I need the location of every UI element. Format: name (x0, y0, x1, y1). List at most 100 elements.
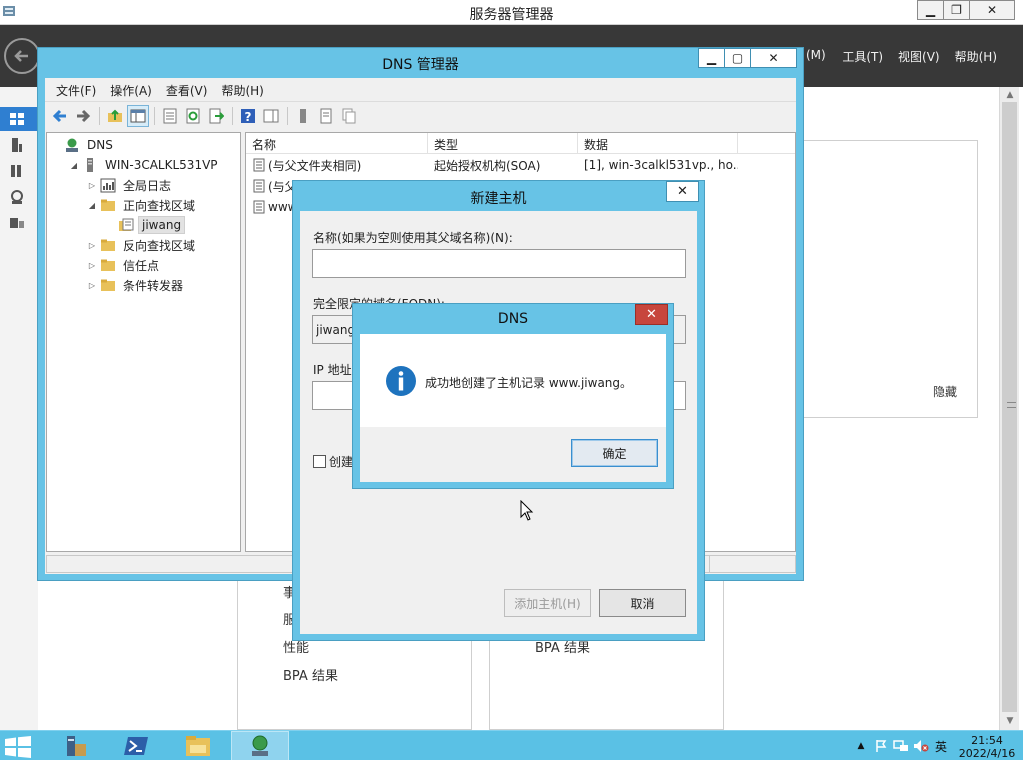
close-button[interactable]: ✕ (666, 181, 699, 202)
tree-item[interactable]: ◢ 正向查找区域 (86, 195, 198, 215)
network-icon[interactable] (891, 737, 911, 755)
export-list-button[interactable] (205, 105, 227, 127)
tree-item-label: 反向查找区域 (123, 238, 196, 253)
minimize-button[interactable]: ▁ (917, 0, 944, 20)
console-tree[interactable]: DNS ◢ WIN-3CALKL531VP ▷ 全局日志 ◢ 正向查找区域 jiwang ▷ 反向… (46, 132, 241, 552)
scrollbar-thumb[interactable] (1002, 102, 1017, 712)
show-hide-console-tree-button[interactable] (127, 104, 149, 127)
action-pane-button[interactable] (260, 105, 282, 127)
grip-icon (1007, 402, 1016, 408)
column-header-type[interactable]: 类型 (428, 133, 578, 154)
manage-menu[interactable]: (M) (806, 48, 826, 62)
checkbox-box[interactable] (313, 455, 326, 468)
help-icon: ? (241, 108, 255, 124)
name-input[interactable] (312, 249, 686, 278)
taskbar-dns-manager[interactable] (231, 731, 289, 760)
taskbar-powershell[interactable] (107, 731, 165, 760)
tree-item[interactable]: ▷ 全局日志 (86, 175, 174, 195)
tree-expander-icon[interactable]: ▷ (86, 261, 98, 270)
create-ptr-checkbox[interactable]: 创建 (313, 453, 353, 470)
scroll-up-icon[interactable]: ▲ (1004, 89, 1016, 101)
tree-item[interactable]: ◢ WIN-3CALKL531VP (68, 155, 221, 175)
sidebar-item-all-servers[interactable] (0, 159, 38, 183)
tree-item[interactable]: jiwang (104, 215, 186, 235)
properties-list-button[interactable] (159, 105, 181, 127)
tree-expander-icon[interactable]: ◢ (86, 201, 98, 210)
volume-muted-icon[interactable] (911, 737, 931, 755)
forward-arrow-icon (77, 109, 91, 122)
tree-expander-icon[interactable]: ▷ (86, 181, 98, 190)
maximize-button[interactable]: ❐ (943, 0, 970, 20)
forward-button[interactable] (72, 105, 94, 127)
minimize-button[interactable]: ▁ (698, 48, 725, 68)
refresh-button[interactable] (182, 105, 204, 127)
back-button[interactable] (49, 105, 71, 127)
tools-menu[interactable]: 工具(T) (842, 48, 883, 65)
action-pane-icon (263, 109, 279, 122)
dns-role-icon (11, 190, 23, 204)
back-button[interactable] (4, 38, 40, 74)
sidebar-item-dashboard[interactable] (0, 107, 38, 131)
copy-button[interactable] (338, 105, 360, 127)
taskbar-file-explorer[interactable] (169, 731, 227, 760)
server-button[interactable] (292, 105, 314, 127)
sidebar-item-file-services[interactable] (0, 211, 38, 235)
close-button[interactable]: ✕ (635, 304, 668, 325)
file-menu[interactable]: 文件(F) (49, 78, 103, 100)
action-menu[interactable]: 操作(A) (103, 78, 159, 100)
input-method-indicator[interactable]: 英 (931, 737, 951, 755)
close-button[interactable]: ✕ (969, 0, 1015, 20)
vertical-scrollbar[interactable]: ▲ ▼ (999, 87, 1019, 730)
help-button[interactable]: ? (237, 105, 259, 127)
show-hidden-icons-icon[interactable]: ▲ (851, 737, 871, 755)
tile-item-bpa[interactable]: BPA 结果 (283, 665, 338, 684)
view-menu[interactable]: 查看(V) (159, 78, 215, 100)
list-icon (163, 108, 177, 123)
taskbar-server-manager[interactable] (46, 731, 104, 760)
table-row[interactable]: (与父文件夹相同) 起始授权机构(SOA) [1], win-3calkl531vp… (246, 155, 738, 175)
scroll-down-icon[interactable]: ▼ (1004, 715, 1016, 727)
cancel-button[interactable]: 取消 (599, 589, 686, 617)
tree-expander-icon[interactable]: ◢ (68, 161, 80, 170)
tree-item-label: 正向查找区域 (123, 198, 196, 213)
tree-item[interactable]: ▷ 条件转发器 (86, 275, 186, 295)
ok-button[interactable]: 确定 (571, 439, 658, 467)
tree-expander-icon[interactable]: ▷ (86, 281, 98, 290)
records-button[interactable] (315, 105, 337, 127)
tree-item[interactable]: DNS (50, 135, 116, 155)
view-menu[interactable]: 视图(V) (898, 48, 940, 65)
column-header-data[interactable]: 数据 (578, 133, 738, 154)
server-manager-titlebar: 服务器管理器 ▁ ❐ ✕ (0, 0, 1023, 25)
log-icon (100, 178, 116, 193)
create-ptr-label: 创建 (329, 455, 354, 469)
action-center-flag-icon[interactable] (871, 737, 891, 755)
windows-start-icon[interactable] (4, 736, 32, 758)
server-manager-sidebar (0, 87, 38, 730)
help-menu[interactable]: 帮助(H) (955, 48, 997, 65)
column-header-name[interactable]: 名称 (246, 133, 428, 154)
help-menu[interactable]: 帮助(H) (214, 78, 270, 100)
dns-manager-title: DNS 管理器 (382, 57, 459, 73)
hide-link[interactable]: 隐藏 (933, 383, 957, 400)
server-manager-icon (67, 736, 86, 756)
dns-manager-titlebar[interactable]: DNS 管理器 ▁ ▢ ✕ (38, 48, 803, 78)
welcome-panel (803, 140, 978, 418)
message-box-footer: 确定 (360, 427, 666, 482)
powershell-icon (124, 737, 148, 755)
add-host-button[interactable]: 添加主机(H) (504, 589, 591, 617)
mouse-pointer-icon (520, 500, 534, 521)
refresh-icon (186, 108, 200, 123)
clock[interactable]: 21:54 2022/4/16 (951, 732, 1023, 760)
toolbar-separator (99, 106, 100, 125)
tree-item[interactable]: ▷ 信任点 (86, 255, 162, 275)
close-button[interactable]: ✕ (750, 48, 797, 68)
tree-expander-icon[interactable]: ▷ (86, 241, 98, 250)
tree-item[interactable]: ▷ 反向查找区域 (86, 235, 198, 255)
up-one-level-button[interactable] (104, 105, 126, 127)
sidebar-item-local-server[interactable] (0, 133, 38, 157)
clock-date: 2022/4/16 (958, 747, 1016, 760)
sidebar-item-dns[interactable] (0, 185, 38, 209)
maximize-button[interactable]: ▢ (724, 48, 751, 68)
tree-item-label: 全局日志 (123, 178, 172, 193)
toolbar-separator (232, 106, 233, 125)
